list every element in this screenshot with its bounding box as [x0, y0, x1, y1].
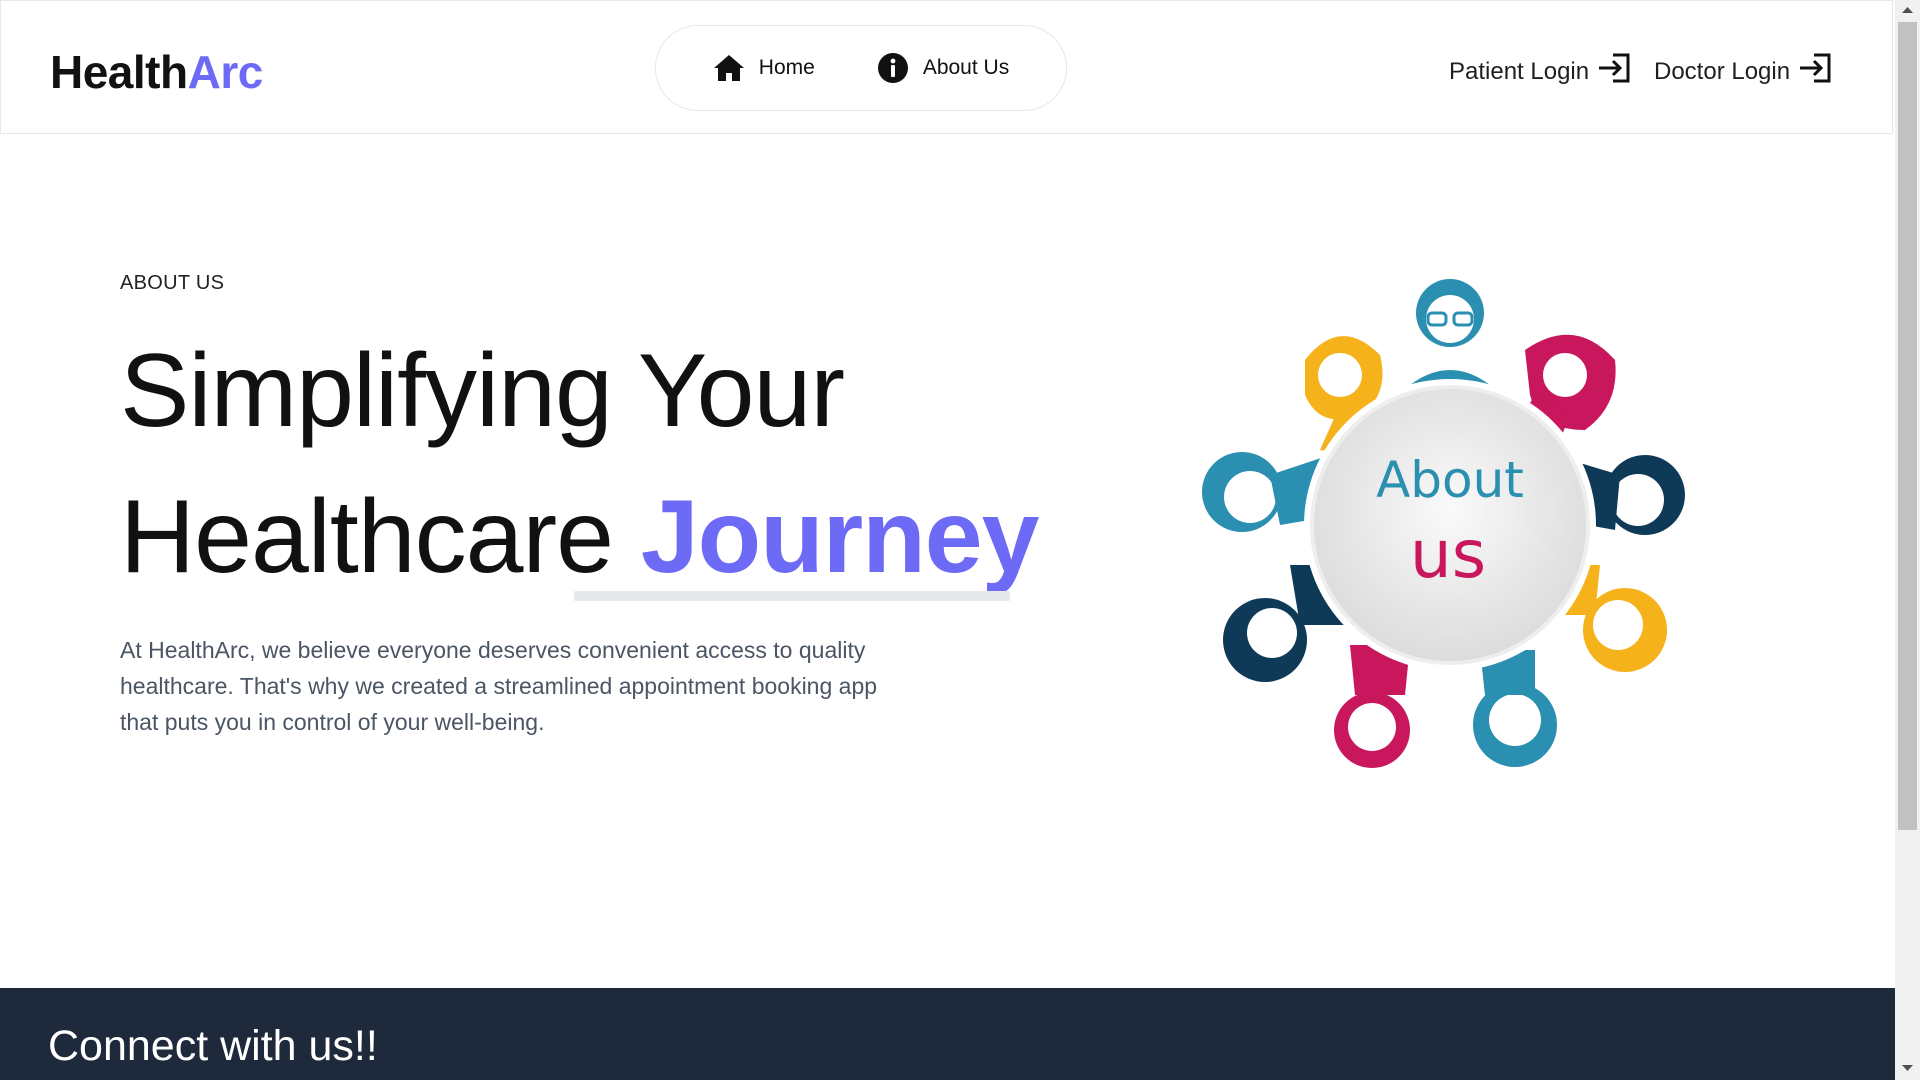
about-us-illustration: About us — [1190, 265, 1710, 775]
headline-line-1: Simplifying Your — [120, 333, 845, 449]
nav-about-link[interactable]: About Us — [877, 52, 1009, 84]
main-nav: Home About Us — [655, 25, 1067, 111]
headline-underline — [574, 591, 1010, 601]
brand-logo[interactable]: HealthArc — [50, 45, 263, 99]
nav-home-label: Home — [758, 56, 815, 79]
scroll-up-button[interactable] — [1895, 0, 1920, 20]
nav-home-link[interactable]: Home — [713, 54, 815, 82]
patient-login-label: Patient Login — [1449, 57, 1590, 85]
illustration-title-about: About — [1376, 451, 1524, 509]
doctor-login-label: Doctor Login — [1654, 57, 1791, 85]
doctor-login-link[interactable]: Doctor Login — [1654, 53, 1832, 90]
footer-title: Connect with us!! — [48, 1022, 378, 1070]
top-navbar: HealthArc Home About Us Patient Login Do… — [0, 0, 1893, 134]
scrollbar-thumb[interactable] — [1898, 22, 1917, 830]
home-icon — [713, 54, 745, 82]
scroll-down-button[interactable] — [1895, 1058, 1920, 1078]
nav-about-label: About Us — [922, 56, 1010, 79]
logo-health-text: Health — [50, 46, 188, 98]
illustration-title-us: us — [1410, 516, 1486, 593]
page: HealthArc Home About Us Patient Login Do… — [0, 0, 1895, 1080]
info-icon — [877, 52, 909, 84]
login-arrow-icon — [1597, 53, 1631, 90]
headline-line-2: Healthcare Journey — [120, 464, 1040, 610]
headline-accent-word: Journey — [640, 479, 1040, 595]
hero-paragraph: At HealthArc, we believe everyone deserv… — [120, 637, 878, 735]
headline-line-2-prefix: Healthcare — [120, 479, 641, 595]
vertical-scrollbar[interactable] — [1895, 0, 1920, 1080]
footer: Connect with us!! — [0, 988, 1895, 1080]
patient-login-link[interactable]: Patient Login — [1449, 53, 1631, 90]
login-arrow-icon — [1798, 53, 1832, 90]
section-eyebrow: ABOUT US — [120, 272, 225, 294]
logo-arc-text: Arc — [187, 46, 264, 98]
hero-headline: Simplifying Your Healthcare Journey — [120, 318, 1040, 610]
